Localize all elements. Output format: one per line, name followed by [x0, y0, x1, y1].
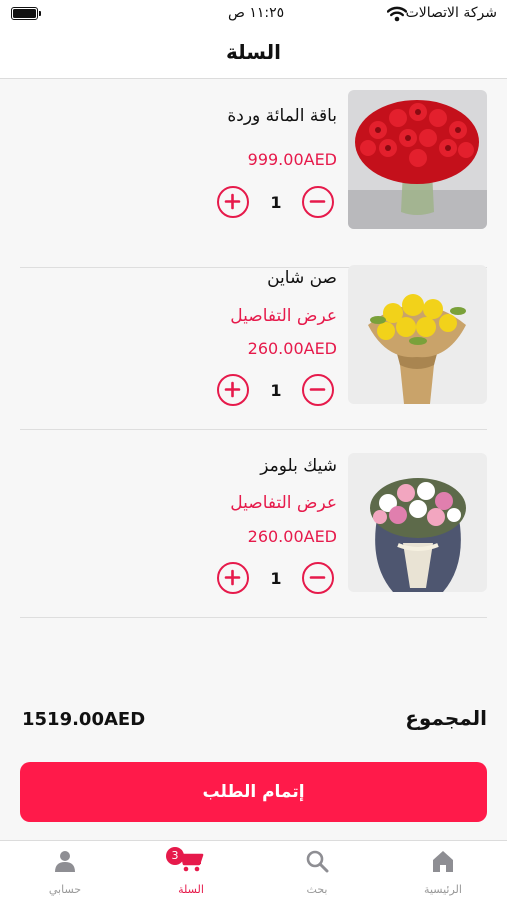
item-price: 260.00AED — [247, 527, 337, 546]
product-image-chic-blooms[interactable] — [348, 453, 487, 592]
increase-quantity-button[interactable] — [217, 186, 249, 218]
status-time: ١١:٢٥ ص — [228, 5, 285, 21]
item-name[interactable]: شيك بلومز — [260, 456, 337, 476]
status-carrier: شركة الاتصالات — [405, 5, 497, 21]
item-name[interactable]: صن شاين — [267, 268, 337, 288]
cart-item: صن شاين عرض التفاصيل 260.00AED 1 — [20, 242, 487, 430]
home-icon — [433, 851, 453, 872]
profile-icon — [55, 851, 75, 872]
product-image-sunshine[interactable] — [348, 265, 487, 404]
battery-icon — [11, 7, 41, 20]
tab-bar: الرئيسية بحث 3 السلة حسابي — [0, 840, 507, 900]
decrease-quantity-button[interactable] — [302, 186, 334, 218]
minus-icon — [309, 388, 326, 391]
product-image-roses[interactable] — [348, 90, 487, 229]
cart-item: شيك بلومز عرض التفاصيل 260.00AED 1 — [20, 430, 487, 618]
tab-label: بحث — [306, 883, 328, 896]
cart-count-badge: 3 — [166, 847, 184, 865]
tab-account[interactable]: حسابي — [2, 841, 128, 900]
item-quantity: 1 — [270, 569, 282, 588]
checkout-button[interactable]: إتمام الطلب — [20, 762, 487, 822]
decrease-quantity-button[interactable] — [302, 562, 334, 594]
search-icon — [306, 850, 329, 873]
plus-icon — [224, 193, 241, 210]
cart-item: باقة المائة وردة 999.00AED 1 — [20, 80, 487, 268]
item-quantity: 1 — [270, 381, 282, 400]
total-value: 1519.00AED — [22, 709, 146, 730]
nav-header: السلة — [0, 30, 507, 79]
item-name[interactable]: باقة المائة وردة — [227, 106, 337, 126]
wifi-icon — [387, 6, 407, 22]
tab-label: حسابي — [48, 883, 82, 896]
view-details-link[interactable]: عرض التفاصيل — [230, 493, 337, 513]
total-label: المجموع — [405, 706, 487, 730]
tab-search[interactable]: بحث — [254, 841, 380, 900]
plus-icon — [224, 569, 241, 586]
increase-quantity-button[interactable] — [217, 562, 249, 594]
tab-label: السلة — [178, 883, 204, 896]
view-details-link[interactable]: عرض التفاصيل — [230, 306, 337, 326]
minus-icon — [309, 200, 326, 203]
tab-label: الرئيسية — [424, 883, 462, 896]
increase-quantity-button[interactable] — [217, 374, 249, 406]
item-price: 260.00AED — [247, 339, 337, 358]
plus-icon — [224, 381, 241, 398]
page-title: السلة — [225, 40, 281, 64]
status-bar: ١١:٢٥ ص شركة الاتصالات — [0, 0, 507, 30]
tab-cart[interactable]: 3 السلة — [128, 841, 254, 900]
item-quantity: 1 — [270, 193, 282, 212]
tab-home[interactable]: الرئيسية — [380, 841, 506, 900]
item-price: 999.00AED — [247, 150, 337, 169]
decrease-quantity-button[interactable] — [302, 374, 334, 406]
minus-icon — [309, 576, 326, 579]
